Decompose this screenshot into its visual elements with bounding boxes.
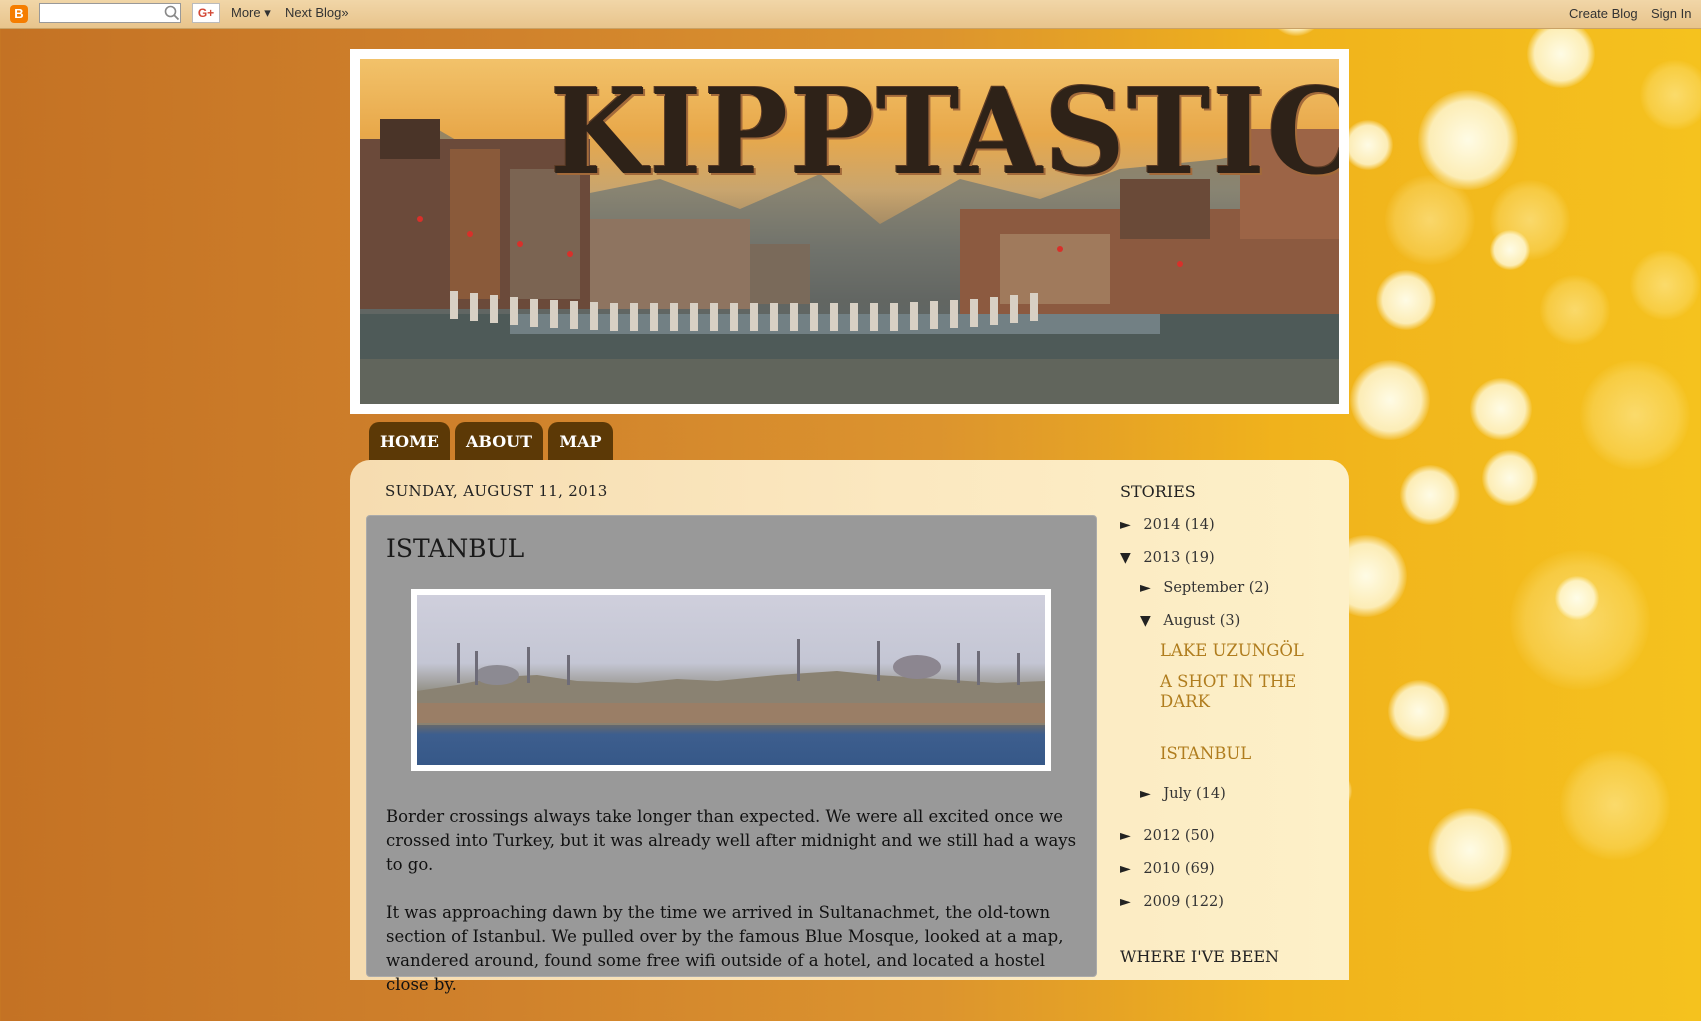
archive-count: (14)	[1195, 786, 1226, 802]
archive-label[interactable]: 2012	[1143, 828, 1180, 844]
expand-toggle-icon[interactable]: ►	[1120, 517, 1131, 533]
archive-month-august[interactable]: ▼ August (3)	[1140, 613, 1240, 629]
archive-count: (50)	[1184, 828, 1215, 844]
archive-month-july[interactable]: ► July (14)	[1140, 786, 1226, 802]
create-blog-link[interactable]: Create Blog	[1569, 6, 1638, 21]
archive-count: (69)	[1184, 861, 1215, 877]
search-icon[interactable]	[163, 4, 181, 22]
istanbul-skyline	[417, 639, 1045, 725]
google-plus-button[interactable]: G+	[192, 3, 220, 23]
archive-month-september[interactable]: ► September (2)	[1140, 580, 1269, 596]
post-paragraph: It was approaching dawn by the time we a…	[386, 903, 1064, 994]
archive-label[interactable]: September	[1163, 580, 1244, 596]
archive-label[interactable]: July	[1163, 786, 1191, 802]
archive-year-2013[interactable]: ▼ 2013 (19)	[1120, 550, 1215, 566]
archive-count: (122)	[1184, 894, 1224, 910]
expand-toggle-icon[interactable]: ►	[1140, 580, 1151, 596]
collapse-toggle-icon[interactable]: ▼	[1140, 613, 1151, 629]
archive-post-link[interactable]: ISTANBUL	[1160, 744, 1330, 764]
stories-heading: STORIES	[1120, 482, 1196, 501]
post-image[interactable]	[411, 589, 1051, 771]
archive-year-2009[interactable]: ► 2009 (122)	[1120, 894, 1224, 910]
tab-map[interactable]: MAP	[548, 422, 613, 460]
post-title[interactable]: ISTANBUL	[386, 534, 524, 563]
post: ISTANBUL Border crossings always take lo…	[366, 515, 1097, 994]
where-ive-been-heading: WHERE I'VE BEEN	[1120, 947, 1280, 966]
collapse-toggle-icon[interactable]: ▼	[1120, 550, 1131, 566]
archive-year-2014[interactable]: ► 2014 (14)	[1120, 517, 1215, 533]
archive-count: (19)	[1184, 550, 1215, 566]
blog-header: KIPPTASTIC	[350, 49, 1349, 414]
archive-label[interactable]: 2014	[1143, 517, 1180, 533]
archive-post-link[interactable]: A SHOT IN THE DARK	[1160, 672, 1300, 712]
archive-label[interactable]: 2010	[1143, 861, 1180, 877]
blogger-logo-icon[interactable]: B	[10, 5, 28, 23]
archive-label[interactable]: 2009	[1143, 894, 1180, 910]
post-date: SUNDAY, AUGUST 11, 2013	[385, 482, 608, 500]
archive-year-2010[interactable]: ► 2010 (69)	[1120, 861, 1215, 877]
expand-toggle-icon[interactable]: ►	[1140, 786, 1151, 802]
content-area: SUNDAY, AUGUST 11, 2013 ISTANBUL Border …	[350, 460, 1349, 994]
blogger-navbar: B G+ More ▾ Next Blog» Create Blog Sign …	[0, 0, 1701, 29]
archive-count: (3)	[1219, 613, 1241, 629]
next-blog-link[interactable]: Next Blog»	[285, 5, 349, 20]
tab-home[interactable]: HOME	[369, 422, 450, 460]
post-paragraph: Border crossings always take longer than…	[386, 807, 1077, 874]
archive-count: (2)	[1248, 580, 1270, 596]
archive-count: (14)	[1184, 517, 1215, 533]
post-body: Border crossings always take longer than…	[386, 805, 1086, 1021]
archive-label[interactable]: 2013	[1143, 550, 1180, 566]
archive-year-2012[interactable]: ► 2012 (50)	[1120, 828, 1215, 844]
search-input[interactable]	[39, 3, 181, 23]
tab-about[interactable]: ABOUT	[455, 422, 543, 460]
archive-label[interactable]: August	[1163, 613, 1215, 629]
expand-toggle-icon[interactable]: ►	[1120, 894, 1131, 910]
archive-post-link[interactable]: LAKE UZUNGÖL	[1160, 641, 1330, 661]
expand-toggle-icon[interactable]: ►	[1120, 828, 1131, 844]
more-menu[interactable]: More ▾	[231, 5, 271, 21]
blog-title[interactable]: KIPPTASTIC	[550, 64, 1339, 202]
sign-in-link[interactable]: Sign In	[1651, 6, 1691, 21]
header-banner-image[interactable]: KIPPTASTIC	[360, 59, 1339, 404]
expand-toggle-icon[interactable]: ►	[1120, 861, 1131, 877]
